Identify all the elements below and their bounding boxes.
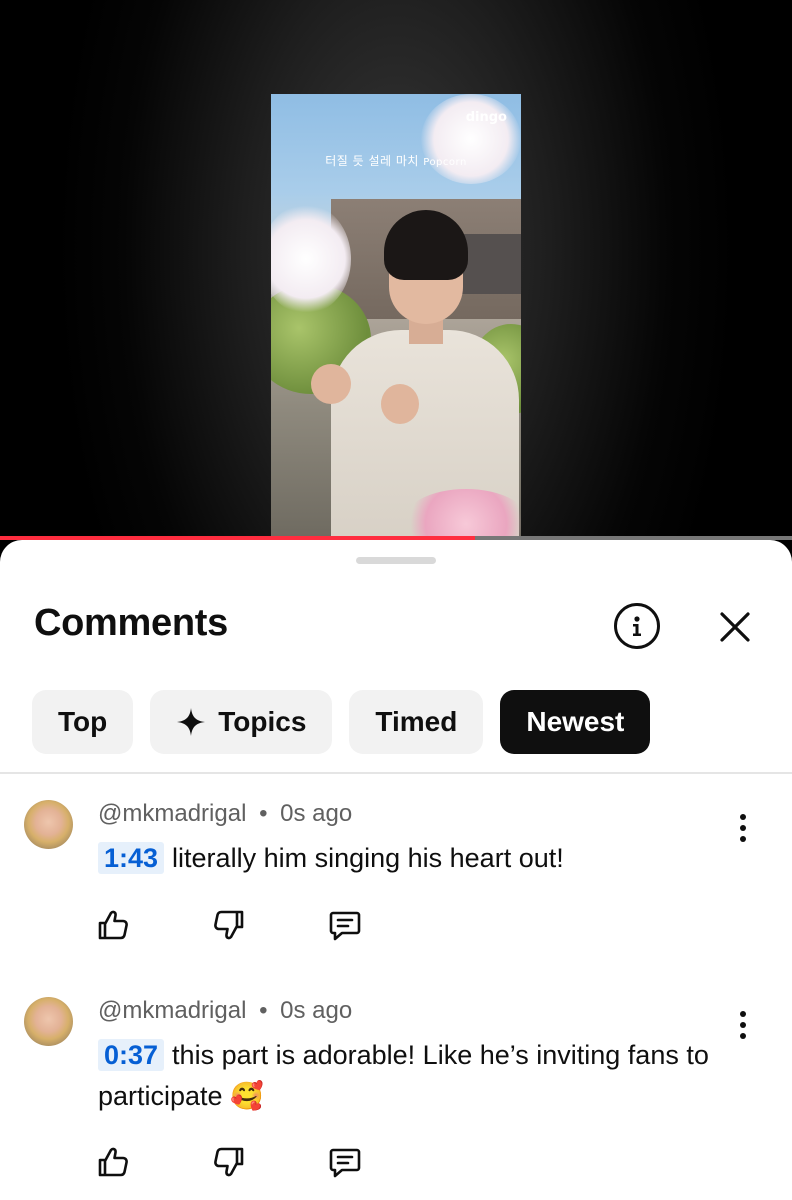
timestamp-link[interactable]: 0:37 xyxy=(98,1039,165,1071)
reply-icon xyxy=(329,911,361,941)
person-hand xyxy=(381,384,419,424)
thumbs-up-icon xyxy=(98,910,128,940)
close-button[interactable] xyxy=(712,604,758,650)
comment-actions xyxy=(96,905,444,945)
comment-body: literally him singing his heart out! xyxy=(172,843,564,873)
comment-body: this part is adorable! Like he’s invitin… xyxy=(98,1040,709,1111)
thumbs-down-icon xyxy=(214,910,244,940)
chip-label: Newest xyxy=(526,706,625,737)
comment-more-button[interactable] xyxy=(730,1005,756,1045)
more-dot xyxy=(740,814,746,820)
like-button[interactable] xyxy=(96,905,212,945)
timestamp-link[interactable]: 1:43 xyxy=(98,842,165,874)
comment-meta: @mkmadrigal • 0s ago xyxy=(98,997,352,1025)
comments-sheet: Comments Top Topics Timed Newest @mkmadr… xyxy=(0,540,792,1200)
more-dot xyxy=(740,1033,746,1039)
close-icon xyxy=(720,612,750,642)
channel-logo: dingo xyxy=(465,110,507,125)
sort-chips: Top Topics Timed Newest xyxy=(32,690,651,754)
meta-separator: • xyxy=(259,800,268,827)
chip-newest[interactable]: Newest xyxy=(500,690,651,754)
comment-author[interactable]: @mkmadrigal xyxy=(98,997,246,1024)
chip-label: Timed xyxy=(375,706,458,737)
dislike-button[interactable] xyxy=(212,905,328,945)
info-button[interactable] xyxy=(614,603,660,649)
comment-meta: @mkmadrigal • 0s ago xyxy=(98,800,352,828)
more-dot xyxy=(740,1022,746,1028)
meta-separator: • xyxy=(259,997,268,1024)
avatar[interactable] xyxy=(24,997,73,1046)
thumbs-down-icon xyxy=(214,1147,244,1177)
comment-text: 1:43 literally him singing his heart out! xyxy=(98,838,718,879)
comment-age: 0s ago xyxy=(280,997,353,1024)
avatar[interactable] xyxy=(24,800,73,849)
chip-topics[interactable]: Topics xyxy=(150,690,333,754)
reply-button[interactable] xyxy=(328,905,444,945)
comment-actions xyxy=(96,1142,444,1182)
thumbs-up-icon xyxy=(98,1147,128,1177)
cherry-blossom xyxy=(421,94,521,184)
sparkle-icon xyxy=(177,708,206,736)
more-dot xyxy=(740,836,746,842)
more-dot xyxy=(740,1011,746,1017)
chip-timed[interactable]: Timed xyxy=(349,690,484,754)
dislike-button[interactable] xyxy=(212,1142,328,1182)
comment-text: 0:37 this part is adorable! Like he’s inv… xyxy=(98,1035,718,1117)
info-circle-icon xyxy=(633,616,641,636)
lyric-english: Popcorn xyxy=(423,157,467,168)
sheet-title: Comments xyxy=(34,602,228,644)
chip-label: Top xyxy=(58,706,108,737)
chip-top[interactable]: Top xyxy=(32,690,134,754)
more-dot xyxy=(740,825,746,831)
video-frame[interactable]: 터질 듯 설레 마치 Popcorn dingo xyxy=(271,94,521,540)
person-hand xyxy=(311,364,351,404)
video-lyric-caption: 터질 듯 설레 마치 Popcorn xyxy=(271,152,521,169)
sheet-drag-handle[interactable] xyxy=(356,557,436,564)
lyric-korean: 터질 듯 설레 마치 xyxy=(325,154,419,168)
comment-author[interactable]: @mkmadrigal xyxy=(98,800,246,827)
video-player[interactable]: 터질 듯 설레 마치 Popcorn dingo xyxy=(0,0,792,540)
chip-label: Topics xyxy=(218,706,307,737)
reply-button[interactable] xyxy=(328,1142,444,1182)
reply-icon xyxy=(329,1148,361,1178)
comment-age: 0s ago xyxy=(280,800,353,827)
divider xyxy=(0,772,792,774)
like-button[interactable] xyxy=(96,1142,212,1182)
comment-more-button[interactable] xyxy=(730,808,756,848)
